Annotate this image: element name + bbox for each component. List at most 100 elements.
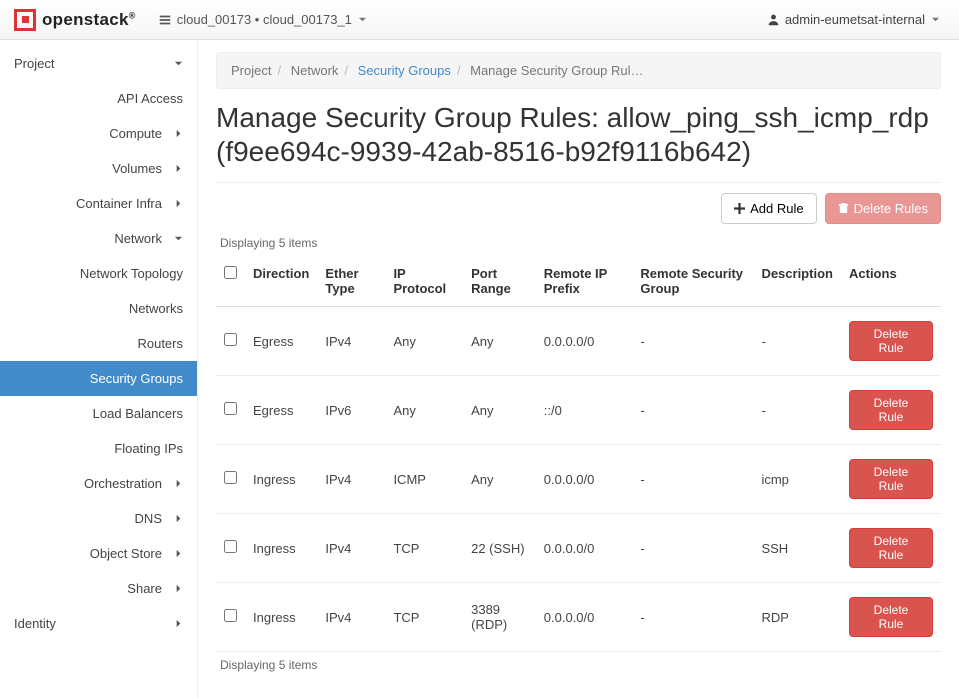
- row-checkbox[interactable]: [224, 402, 237, 415]
- sidebar-item-project[interactable]: Project: [0, 46, 197, 81]
- caret-down-icon: [358, 12, 372, 27]
- col-direction[interactable]: Direction: [245, 256, 317, 307]
- cell-remote-ip-prefix: 0.0.0.0/0: [536, 445, 633, 514]
- delete-rule-button[interactable]: Delete Rule: [849, 321, 933, 361]
- sidebar-item-share[interactable]: Share: [0, 571, 197, 606]
- sidebar-item-identity[interactable]: Identity: [0, 606, 197, 641]
- breadcrumb-item[interactable]: Security Groups: [358, 63, 451, 78]
- cell-description: icmp: [753, 445, 841, 514]
- sidebar-item-routers[interactable]: Routers: [0, 326, 197, 361]
- sidebar-item-network[interactable]: Network: [0, 221, 197, 256]
- select-all-checkbox[interactable]: [224, 266, 237, 279]
- project-switcher-label: cloud_00173 • cloud_00173_1: [177, 12, 352, 27]
- cell-remote-ip-prefix: 0.0.0.0/0: [536, 514, 633, 583]
- row-checkbox[interactable]: [224, 540, 237, 553]
- col-ip-protocol[interactable]: IP Protocol: [385, 256, 463, 307]
- main-content: Project/ Network/ Security Groups/ Manag…: [198, 40, 959, 698]
- breadcrumb-current: Manage Security Group Rul…: [470, 63, 643, 78]
- sidebar-item-dns[interactable]: DNS: [0, 501, 197, 536]
- cell-direction: Egress: [245, 307, 317, 376]
- cell-remote-security-group: -: [632, 583, 753, 652]
- table-row: IngressIPv4TCP22 (SSH)0.0.0.0/0-SSHDelet…: [216, 514, 941, 583]
- breadcrumb: Project/ Network/ Security Groups/ Manag…: [216, 52, 941, 89]
- cell-description: -: [753, 307, 841, 376]
- sidebar-item-network-topology[interactable]: Network Topology: [0, 256, 197, 291]
- user-menu[interactable]: admin-eumetsat-internal: [767, 12, 945, 27]
- row-checkbox[interactable]: [224, 471, 237, 484]
- sidebar-item-floating-ips[interactable]: Floating IPs: [0, 431, 197, 466]
- sidebar-item-networks[interactable]: Networks: [0, 291, 197, 326]
- delete-rule-button[interactable]: Delete Rule: [849, 597, 933, 637]
- plus-icon: [734, 203, 745, 214]
- delete-rule-button[interactable]: Delete Rule: [849, 459, 933, 499]
- cell-ip-protocol: Any: [385, 376, 463, 445]
- items-count-bottom: Displaying 5 items: [220, 658, 941, 672]
- action-bar: Add Rule Delete Rules: [216, 193, 941, 224]
- cell-ip-protocol: ICMP: [385, 445, 463, 514]
- sidebar-item-api-access[interactable]: API Access: [0, 81, 197, 116]
- chevron-right-icon: [174, 581, 183, 596]
- chevron-right-icon: [174, 546, 183, 561]
- delete-rules-button[interactable]: Delete Rules: [825, 193, 941, 224]
- page-title: Manage Security Group Rules: allow_ping_…: [216, 101, 941, 168]
- user-label: admin-eumetsat-internal: [785, 12, 925, 27]
- cell-ether-type: IPv4: [317, 445, 385, 514]
- sidebar-item-label: Volumes: [112, 161, 162, 176]
- button-label: Delete Rules: [854, 201, 928, 216]
- delete-rule-button[interactable]: Delete Rule: [849, 390, 933, 430]
- chevron-right-icon: [174, 476, 183, 491]
- cell-port-range: Any: [463, 376, 536, 445]
- cell-remote-security-group: -: [632, 445, 753, 514]
- sidebar-item-label: Network: [114, 231, 162, 246]
- cell-ether-type: IPv4: [317, 514, 385, 583]
- col-remote-security-group[interactable]: Remote Security Group: [632, 256, 753, 307]
- cell-remote-ip-prefix: 0.0.0.0/0: [536, 307, 633, 376]
- topbar: openstack® cloud_00173 • cloud_00173_1 a…: [0, 0, 959, 40]
- trash-icon: [838, 203, 849, 214]
- sidebar-item-compute[interactable]: Compute: [0, 116, 197, 151]
- cell-port-range: Any: [463, 445, 536, 514]
- sidebar-item-load-balancers[interactable]: Load Balancers: [0, 396, 197, 431]
- row-checkbox[interactable]: [224, 609, 237, 622]
- sidebar-item-volumes[interactable]: Volumes: [0, 151, 197, 186]
- stack-icon: [158, 13, 172, 27]
- cell-direction: Ingress: [245, 514, 317, 583]
- delete-rule-button[interactable]: Delete Rule: [849, 528, 933, 568]
- chevron-right-icon: [174, 161, 183, 176]
- sidebar-item-object-store[interactable]: Object Store: [0, 536, 197, 571]
- sidebar-item-label: Project: [14, 56, 54, 71]
- col-remote-ip-prefix[interactable]: Remote IP Prefix: [536, 256, 633, 307]
- cell-port-range: Any: [463, 307, 536, 376]
- cell-port-range: 3389 (RDP): [463, 583, 536, 652]
- row-checkbox[interactable]: [224, 333, 237, 346]
- items-count-top: Displaying 5 items: [220, 236, 941, 250]
- col-actions: Actions: [841, 256, 941, 307]
- sidebar-item-label: Share: [127, 581, 162, 596]
- cell-remote-ip-prefix: ::/0: [536, 376, 633, 445]
- sidebar-item-container-infra[interactable]: Container Infra: [0, 186, 197, 221]
- sidebar-item-security-groups[interactable]: Security Groups: [0, 361, 197, 396]
- cell-direction: Egress: [245, 376, 317, 445]
- project-switcher[interactable]: cloud_00173 • cloud_00173_1: [158, 12, 372, 27]
- cell-description: -: [753, 376, 841, 445]
- sidebar-item-label: Compute: [109, 126, 162, 141]
- chevron-right-icon: [174, 126, 183, 141]
- breadcrumb-item[interactable]: Project: [231, 63, 271, 78]
- col-port-range[interactable]: Port Range: [463, 256, 536, 307]
- cell-description: SSH: [753, 514, 841, 583]
- sidebar-item-label: DNS: [135, 511, 162, 526]
- breadcrumb-item[interactable]: Network: [291, 63, 339, 78]
- cell-ether-type: IPv6: [317, 376, 385, 445]
- cell-ip-protocol: Any: [385, 307, 463, 376]
- cell-port-range: 22 (SSH): [463, 514, 536, 583]
- col-description[interactable]: Description: [753, 256, 841, 307]
- cell-remote-security-group: -: [632, 514, 753, 583]
- sidebar-item-orchestration[interactable]: Orchestration: [0, 466, 197, 501]
- col-ether-type[interactable]: Ether Type: [317, 256, 385, 307]
- table-row: EgressIPv4AnyAny0.0.0.0/0--Delete Rule: [216, 307, 941, 376]
- user-icon: [767, 13, 780, 26]
- brand-label: openstack®: [42, 10, 136, 30]
- sidebar-item-label: Container Infra: [76, 196, 162, 211]
- add-rule-button[interactable]: Add Rule: [721, 193, 816, 224]
- cell-remote-security-group: -: [632, 376, 753, 445]
